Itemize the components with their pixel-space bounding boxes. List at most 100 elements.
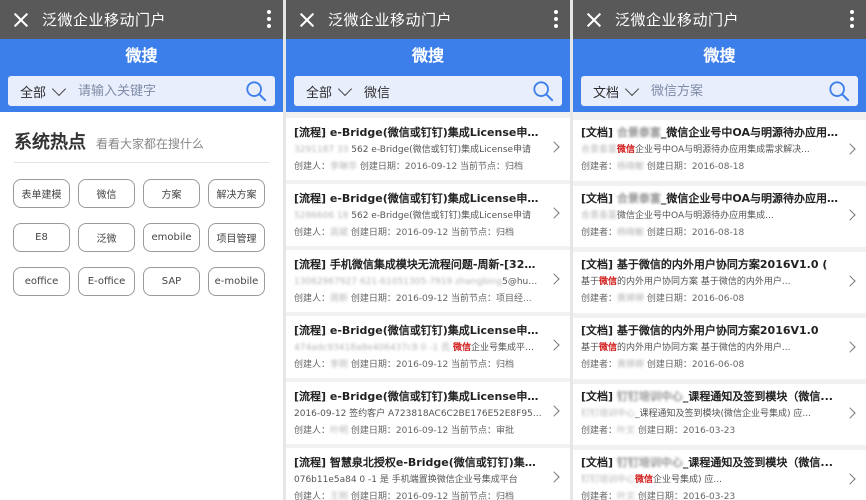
creator-name: 李琳华 (330, 162, 358, 172)
result-item[interactable]: [文档] 钉钉培训中心_课程通知及签到模块（微信... 钉钉培训中心微信企业号集成… (573, 450, 866, 500)
creator-name: 王刚 (330, 492, 349, 500)
result-title: [流程] e-Bridge(微信或钉钉)集成License申请-高... (294, 192, 542, 205)
result-item[interactable]: [流程] e-Bridge(微信或钉钉)集成License申请-许... 3291… (286, 118, 570, 180)
hot-tag[interactable]: 解决方案 (208, 179, 265, 208)
more-options-icon[interactable] (850, 10, 854, 30)
panel-home: 泛微企业移动门户 微搜 全部 系统热点 看看大家都在搜什么 表单建模微信方案解决… (0, 0, 283, 500)
hot-tag[interactable]: 泛微 (78, 223, 135, 252)
keyword-highlight: 微信 (599, 343, 618, 353)
hot-tag[interactable]: E-office (78, 267, 135, 296)
hot-tag[interactable]: eoffice (13, 267, 70, 296)
close-icon[interactable] (10, 9, 32, 31)
result-item[interactable]: [流程] 智慧泉北授权e-Bridge(微信或钉钉)集成Li... 076b11e… (286, 448, 570, 500)
chevron-right-icon[interactable] (844, 473, 856, 485)
result-title: [流程] 智慧泉北授权e-Bridge(微信或钉钉)集成Li... (294, 456, 542, 469)
creator-name: 叶文 (617, 492, 636, 500)
meta-label: 创建者： (581, 360, 618, 370)
result-item[interactable]: [文档] 基于微信的内外用户协同方案2016V1.0 (基于微信的内外用户协同方… (573, 252, 866, 313)
search-input[interactable] (78, 83, 228, 99)
title-bar: 泛微企业移动门户 (286, 0, 570, 39)
hot-tag[interactable]: SAP (143, 267, 200, 296)
result-item[interactable]: [流程] e-Bridge(微信或钉钉)集成License申请-高... 5286… (286, 184, 570, 246)
result-item[interactable]: [流程] e-Bridge(微信或钉钉)集成License申请-李... 474a… (286, 316, 570, 378)
meta-info: 创建日期：2016-08-18 (644, 228, 745, 238)
doc-tag: [文档] (581, 192, 617, 205)
result-meta: 创建者：黄婷婷 创建日期：2016-06-08 (581, 357, 838, 373)
search-area: 文档 (573, 72, 866, 112)
panel-results-docs: 泛微企业移动门户 微搜 文档 [文档] 合景泰富_微信企业号中OA与明源待办应用… (573, 0, 866, 500)
redacted-text: 合景泰富 (581, 145, 618, 155)
redacted-text: 合景泰富 (581, 211, 618, 221)
search-input[interactable] (364, 83, 514, 99)
result-item[interactable]: [流程] 手机微信集成模块无流程问题-周新-[3237... 1306296792… (286, 250, 570, 312)
title-text: 基于微信的内外用户协同方案2016V1.0 ( (616, 258, 828, 271)
chevron-right-icon[interactable] (844, 275, 856, 287)
chevron-down-icon[interactable] (624, 81, 640, 96)
keyword-highlight: 微信 (599, 277, 618, 287)
result-title: [文档] 基于微信的内外用户协同方案2016V1.0 (581, 323, 838, 339)
meta-label: 创建者： (581, 228, 618, 238)
title-bar: 泛微企业移动门户 (0, 0, 283, 39)
meta-info: 创建日期：2016-09-12 当前节点：归档 (348, 228, 515, 238)
chevron-right-icon[interactable] (844, 407, 856, 419)
more-options-icon[interactable] (554, 10, 558, 30)
chevron-right-icon[interactable] (548, 207, 560, 219)
chevron-right-icon[interactable] (548, 471, 560, 483)
hot-tag[interactable]: 微信 (78, 179, 135, 208)
creator-name: 李刚 (330, 360, 349, 370)
keyword-highlight: 微信 (617, 145, 636, 155)
search-icon[interactable] (828, 80, 850, 102)
chevron-right-icon[interactable] (844, 209, 856, 221)
meta-label: 创建者： (581, 162, 618, 172)
result-item[interactable]: [文档] 钉钉培训中心_课程通知及签到模块（微信... 钉钉培训中心_课程通知及签… (573, 384, 866, 445)
summary-prefix: 基于 (581, 343, 600, 353)
chevron-right-icon[interactable] (844, 341, 856, 353)
creator-name: 杨晓敏 (617, 228, 645, 238)
result-meta: 创建人：周新 创建日期：2016-09-12 当前节点：项目经... (294, 291, 542, 307)
hot-tag[interactable]: emobile (143, 223, 200, 252)
redacted-text: 钉钉培训中心 (581, 475, 636, 485)
doc-tag: [文档] (581, 456, 617, 469)
scope-selector[interactable]: 全部 (294, 82, 340, 101)
scope-selector[interactable]: 文档 (581, 82, 627, 101)
result-meta: 创建者：杨晓敏 创建日期：2016-08-18 (581, 225, 838, 241)
result-title: [文档] 合景泰富_微信企业号中OA与明源待办应用... (581, 191, 838, 207)
scope-selector[interactable]: 全部 (8, 82, 54, 101)
result-summary: 基于微信的内外用户协同方案 基于微信的内外用户... (581, 340, 838, 356)
chevron-right-icon[interactable] (548, 339, 560, 351)
hot-tag[interactable]: 方案 (143, 179, 200, 208)
hot-tag[interactable]: e-mobile (208, 267, 265, 296)
result-item[interactable]: [流程] e-Bridge(微信或钉钉)集成License申请-叶... 2016… (286, 382, 570, 444)
search-input[interactable] (651, 83, 801, 99)
hot-tags-grid: 表单建模 微信 方案 解决方案 E8 泛微 emobile 项目管理 eoffice E-offi… (0, 163, 283, 296)
hot-tag[interactable]: E8 (13, 223, 70, 252)
more-options-icon[interactable] (267, 10, 271, 30)
result-summary: 474adc93418a8e406437c8 0 -1 否 微信企业号集成平台 … (294, 340, 542, 356)
meta-info: 创建日期：2016-09-12 当前节点：归档 (348, 492, 515, 500)
hot-topics-header: 系统热点 看看大家都在搜什么 (0, 112, 283, 154)
result-title: [流程] e-Bridge(微信或钉钉)集成License申请-叶... (294, 390, 542, 403)
meta-info: 创建日期：2016-06-08 (644, 294, 745, 304)
close-icon[interactable] (296, 9, 318, 31)
chevron-right-icon[interactable] (548, 405, 560, 417)
redacted-text: 合景泰富 (616, 126, 661, 139)
close-icon[interactable] (583, 9, 605, 31)
result-title: [文档] 基于微信的内外用户协同方案2016V1.0 ( (581, 257, 838, 273)
hot-topics-title: 系统热点 (14, 132, 86, 153)
meta-info: 创建日期：2016-03-23 (635, 426, 736, 436)
result-item[interactable]: [文档] 合景泰富_微信企业号中OA与明源待办应用... 合景泰富微信企业号中OA… (573, 186, 866, 247)
meta-label: 创建人： (294, 162, 331, 172)
hot-tag[interactable]: 项目管理 (208, 223, 265, 252)
hot-tag[interactable]: 表单建模 (13, 179, 70, 208)
search-icon[interactable] (245, 80, 267, 102)
chevron-right-icon[interactable] (548, 141, 560, 153)
chevron-right-icon[interactable] (844, 143, 856, 155)
result-summary: 合景泰富微信企业号中OA与明源待办应用集成... (581, 208, 838, 224)
search-icon[interactable] (532, 80, 554, 102)
result-item[interactable]: [文档] 合景泰富_微信企业号中OA与明源待办应用... 合景泰富微信企业号中OA… (573, 120, 866, 181)
chevron-down-icon[interactable] (51, 81, 67, 96)
result-item[interactable]: [文档] 基于微信的内外用户协同方案2016V1.0 基于微信的内外用户协同方案 … (573, 318, 866, 379)
chevron-right-icon[interactable] (548, 273, 560, 285)
chevron-down-icon[interactable] (337, 81, 353, 96)
result-summary: 钉钉培训中心_课程通知及签到模块(微信企业号集成) 应... (581, 406, 838, 422)
